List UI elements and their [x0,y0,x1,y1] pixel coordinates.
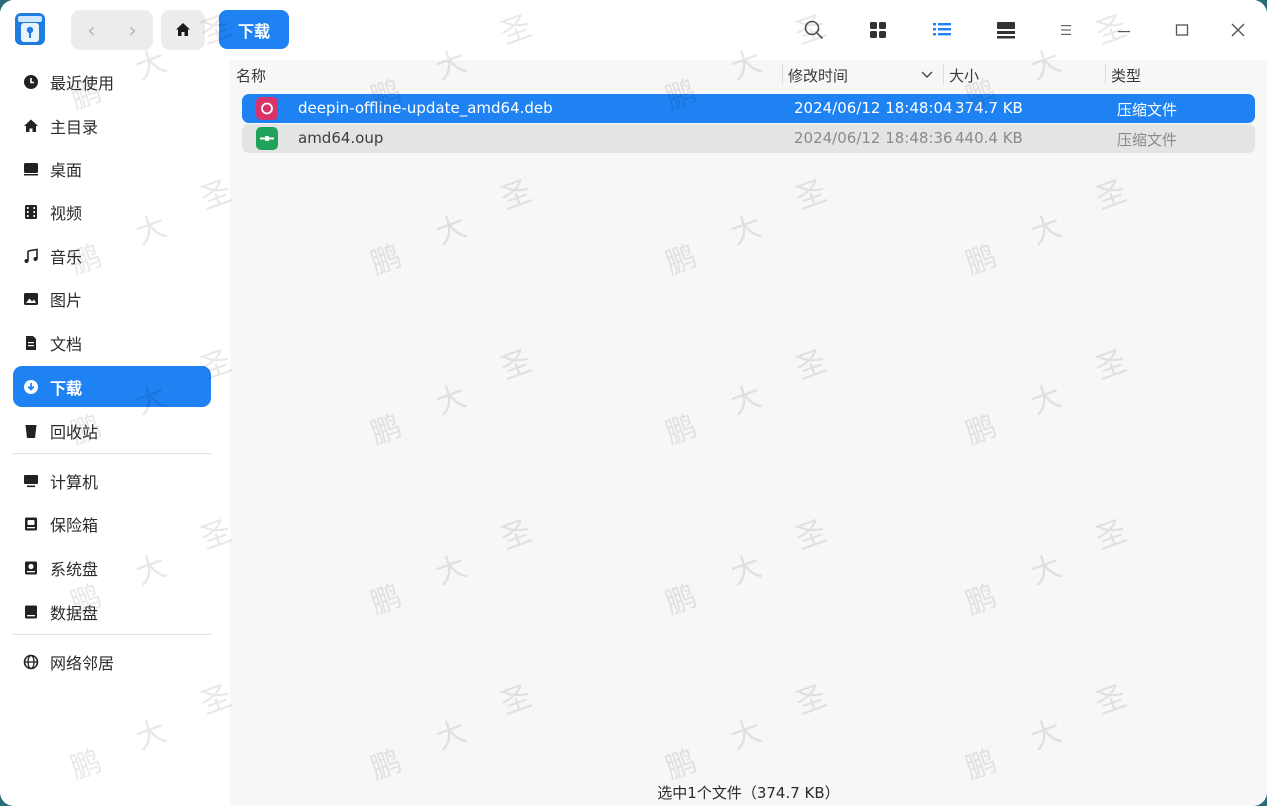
file-manager-window: ‹ › 下载 最近使用 主目录 桌面 视频 音乐 图片 文档 下载 回收站 计算… [0,0,1267,806]
sidebar-item-label: 回收站 [50,422,99,442]
column-header-name[interactable]: 名称 [236,65,266,86]
file-row[interactable]: amd64.oup 2024/06/12 18:48:36 440.4 KB 压… [242,124,1255,153]
title-bar: ‹ › 下载 [0,0,1267,60]
list-view-button[interactable] [926,14,958,46]
computer-icon [22,472,40,490]
download-icon [22,378,40,396]
column-header-size[interactable]: 大小 [949,65,979,86]
detail-view-icon [997,22,1015,39]
column-divider[interactable] [1105,64,1106,84]
file-size: 440.4 KB [955,129,1023,147]
sidebar: 最近使用 主目录 桌面 视频 音乐 图片 文档 下载 回收站 计算机 保险箱 系… [0,60,230,806]
sidebar-item-home[interactable]: 主目录 [13,105,211,146]
sidebar-item-label: 视频 [50,203,83,223]
sidebar-item-music[interactable]: 音乐 [13,235,211,276]
sidebar-item-label: 图片 [50,290,83,310]
system-disk-icon [22,559,40,577]
sidebar-item-label: 桌面 [50,160,83,180]
back-icon: ‹ [87,18,96,42]
main-menu-button[interactable] [1050,14,1082,46]
home-button[interactable] [161,10,205,50]
sidebar-item-pictures[interactable]: 图片 [13,278,211,319]
sidebar-item-computer[interactable]: 计算机 [13,460,211,501]
sidebar-item-desktop[interactable]: 桌面 [13,148,211,189]
status-bar-text: 选中1个文件（374.7 KB） [657,784,840,802]
column-header-modified[interactable]: 修改时间 [788,65,848,86]
sidebar-item-label: 网络邻居 [50,653,115,673]
history-nav-group: ‹ › [71,10,153,50]
desktop-icon [22,160,40,178]
column-divider[interactable] [943,64,944,84]
vault-icon [22,515,40,533]
video-icon [22,203,40,221]
search-icon [804,20,824,40]
sidebar-item-label: 最近使用 [50,73,115,93]
sidebar-item-trash[interactable]: 回收站 [13,410,211,451]
deb-package-icon [256,97,278,120]
home-icon [176,23,190,36]
sidebar-item-label: 系统盘 [50,559,99,579]
back-button[interactable]: ‹ [71,10,112,50]
sidebar-item-label: 计算机 [50,472,99,492]
sidebar-divider [13,634,211,635]
trash-icon [22,422,40,440]
sort-chevron-down-icon[interactable] [920,67,934,85]
sidebar-item-label: 音乐 [50,247,83,267]
sidebar-item-label: 文档 [50,334,83,354]
music-icon [22,247,40,265]
breadcrumb-current[interactable]: 下载 [219,10,289,49]
file-type: 压缩文件 [1117,131,1178,149]
sidebar-item-network[interactable]: 网络邻居 [13,641,211,682]
maximize-icon [1175,24,1189,36]
data-disk-icon [22,603,40,621]
sidebar-item-videos[interactable]: 视频 [13,191,211,232]
search-button[interactable] [798,14,830,46]
file-type: 压缩文件 [1117,101,1178,119]
file-name: amd64.oup [298,129,384,147]
sidebar-item-data-disk[interactable]: 数据盘 [13,591,211,632]
icon-view-icon [870,22,886,38]
close-icon [1231,23,1245,37]
sidebar-item-label: 数据盘 [50,603,99,623]
file-row[interactable]: deepin-offline-update_amd64.deb 2024/06/… [242,94,1255,123]
column-header-type[interactable]: 类型 [1111,65,1141,86]
clock-icon [22,73,40,91]
file-name: deepin-offline-update_amd64.deb [298,99,553,117]
sidebar-item-documents[interactable]: 文档 [13,322,211,363]
minimize-button[interactable] [1108,14,1140,46]
menu-icon [1061,25,1071,35]
minimize-icon [1118,31,1130,33]
close-button[interactable] [1222,14,1254,46]
list-view-icon [933,23,951,36]
sidebar-item-recent[interactable]: 最近使用 [13,61,211,102]
icon-view-button[interactable] [862,14,894,46]
network-icon [22,653,40,671]
column-divider[interactable] [782,64,783,84]
forward-button[interactable]: › [112,10,153,50]
sidebar-item-label: 保险箱 [50,515,99,535]
sidebar-item-label: 下载 [50,378,83,398]
sidebar-item-system-disk[interactable]: 系统盘 [13,547,211,588]
file-list-area: 名称 修改时间 大小 类型 deepin-offline-update_amd6… [230,60,1267,806]
file-manager-app-icon [14,12,46,46]
picture-icon [22,290,40,308]
home-icon [22,117,40,135]
sidebar-item-vault[interactable]: 保险箱 [13,503,211,544]
maximize-button[interactable] [1166,14,1198,46]
sidebar-item-label: 主目录 [50,117,99,137]
detail-view-button[interactable] [990,14,1022,46]
document-icon [22,334,40,352]
forward-icon: › [128,18,137,42]
file-modified: 2024/06/12 18:48:36 [794,129,953,147]
sidebar-item-downloads[interactable]: 下载 [13,366,211,407]
file-size: 374.7 KB [955,99,1023,117]
archive-file-icon [256,127,278,150]
sidebar-divider [13,453,211,454]
file-modified: 2024/06/12 18:48:04 [794,99,953,117]
